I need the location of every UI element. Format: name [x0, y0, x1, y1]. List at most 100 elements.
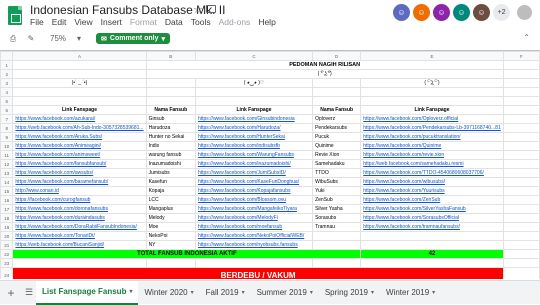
fanspage-link-cell[interactable]: https://www.facebook.com/Yuurisubs	[360, 186, 504, 196]
fanspage-link-cell[interactable]: https://www.facebook.com/TonariDt/	[12, 231, 147, 241]
fanspage-link-cell[interactable]: https://www.facebook.com/Animeagini/	[12, 141, 147, 151]
face-f[interactable]: ( ͡ᵔ ͜ʖ ͡ᵔ )	[360, 78, 504, 88]
total-label[interactable]: TOTAL FANSUB INDONESIA AKTIF	[12, 249, 362, 259]
fanspage-link-cell[interactable]: https://www.facebook.com/SorasubsOfficia…	[360, 213, 504, 223]
cell[interactable]	[502, 69, 540, 79]
row-number[interactable]: 15	[0, 186, 14, 196]
column-label-name[interactable]: Nama Fansub	[312, 105, 362, 115]
row-number[interactable]: 18	[0, 213, 14, 223]
menu-item-data[interactable]: Data	[165, 17, 183, 27]
row-number[interactable]: 17	[0, 204, 14, 214]
cell[interactable]	[312, 78, 362, 88]
select-all-corner[interactable]	[0, 51, 14, 61]
cell[interactable]	[502, 222, 540, 232]
fanspage-link-cell[interactable]: https://www.facebook.com/MelodyFi	[194, 213, 314, 223]
fanspage-link-cell[interactable]: https://www.facebook.com/TTDO-4540680608…	[360, 168, 504, 178]
column-header[interactable]: D	[312, 51, 362, 61]
cell[interactable]	[502, 60, 540, 70]
column-label-link[interactable]: Link Fanspage	[12, 105, 147, 115]
collapse-toolbar-icon[interactable]: ⌃	[523, 33, 530, 42]
sheets-logo-icon[interactable]	[8, 6, 22, 25]
fanspage-link-cell[interactable]: https://www.facebook.com/Kopajafansubs	[194, 186, 314, 196]
row-number[interactable]: 21	[0, 240, 14, 250]
cell[interactable]	[502, 78, 540, 88]
fanspage-link-cell[interactable]: https://www.facebook.com/JumiSubsID/	[194, 168, 314, 178]
fansub-name-cell[interactable]: WibuSubs	[312, 177, 362, 187]
fanspage-link-cell[interactable]	[360, 240, 504, 250]
cell[interactable]	[502, 159, 540, 169]
column-header[interactable]: B	[145, 51, 196, 61]
fansub-name-cell[interactable]: Indis	[145, 141, 196, 151]
fanspage-link-cell[interactable]: https://www.facebook.com/ZenSub	[360, 195, 504, 205]
fanspage-link-cell[interactable]: https://www.facebook.com/nyobsubs.fansub…	[194, 240, 314, 250]
cell[interactable]	[502, 141, 540, 151]
print-icon[interactable]: ⎙	[8, 34, 18, 44]
fanspage-link-cell[interactable]: https://www.facebook.com/moefansub	[194, 222, 314, 232]
fansub-name-cell[interactable]: Hunter no Sekai	[145, 132, 196, 142]
fansub-name-cell[interactable]: Ginsub	[145, 114, 196, 124]
cell[interactable]	[502, 186, 540, 196]
row-number[interactable]: 14	[0, 177, 14, 187]
fanspage-link-cell[interactable]: https://www.facebook.com/azukarai/	[12, 114, 147, 124]
column-header[interactable]: F	[502, 51, 540, 61]
cell[interactable]	[312, 87, 362, 97]
cell[interactable]	[502, 105, 540, 115]
menu-item-format[interactable]: Format	[130, 17, 157, 27]
column-label-name[interactable]: Nama Fansub	[145, 105, 196, 115]
fansub-name-cell[interactable]: Pendekarsubs	[312, 123, 362, 133]
cell[interactable]	[194, 96, 314, 106]
cell[interactable]	[360, 87, 504, 97]
fansub-name-cell[interactable]: Sorasubs	[312, 213, 362, 223]
cell[interactable]	[312, 258, 362, 268]
menu-item-addons[interactable]: Add-ons	[219, 17, 251, 27]
fansub-name-cell[interactable]: ZenSub	[312, 195, 362, 205]
chevron-down-icon[interactable]: ▾	[191, 289, 194, 296]
cell[interactable]	[502, 87, 540, 97]
fanspage-link-cell[interactable]: https://web.facebook.com/Ah-Sub-Indo-305…	[12, 123, 147, 133]
chevron-down-icon[interactable]: ▾	[432, 289, 435, 296]
fansub-name-cell[interactable]	[312, 231, 362, 241]
fansub-name-cell[interactable]: warung fansub	[145, 150, 196, 160]
cell[interactable]	[194, 87, 314, 97]
sheet-tab[interactable]: Summer 2019 ▾	[251, 281, 319, 305]
row-number[interactable]: 9	[0, 132, 14, 142]
fansub-name-cell[interactable]: Quinime	[312, 141, 362, 151]
chevron-down-icon[interactable]: ▾	[74, 34, 84, 43]
cell[interactable]	[145, 96, 196, 106]
total-value[interactable]: 42	[360, 249, 504, 259]
chevron-down-icon[interactable]: ▾	[371, 289, 374, 296]
fanspage-link-cell[interactable]: https://www.facebook.com/revie.xion	[360, 150, 504, 160]
chevron-down-icon[interactable]: ▾	[310, 289, 313, 296]
fanspage-link-cell[interactable]: https://www.facebook.com/tramnaufansubs/	[360, 222, 504, 232]
fanspage-link-cell[interactable]: https://www.facebook.com/WarungFansubs	[194, 150, 314, 160]
row-number[interactable]: 19	[0, 222, 14, 232]
avatar[interactable]: ☺	[433, 4, 450, 21]
comment-only-button[interactable]: ✉ Comment only ▾	[96, 33, 171, 44]
fanspage-link-cell[interactable]: https://www.facebook.com/HunterSekai	[194, 132, 314, 142]
avatar[interactable]: ☺	[413, 4, 430, 21]
fanspage-link-cell[interactable]: https://www.facebook.com/duraindasubs	[12, 213, 147, 223]
menu-item-file[interactable]: File	[30, 17, 44, 27]
fanspage-link-cell[interactable]: https://www.facebook.com/baramefansub/	[12, 177, 147, 187]
fanspage-link-cell[interactable]: https://facebook.com/curogfansub	[12, 195, 147, 205]
fanspage-link-cell[interactable]: http://www.conan.id	[12, 186, 147, 196]
menu-item-tools[interactable]: Tools	[191, 17, 211, 27]
cell[interactable]	[145, 258, 196, 268]
fansub-name-cell[interactable]: NY	[145, 240, 196, 250]
row-number[interactable]: 1	[0, 60, 14, 70]
fanspage-link-cell[interactable]: https://www.facebook.com/KaseFunDonghua/	[194, 177, 314, 187]
all-sheets-icon[interactable]: ☰	[22, 287, 36, 298]
cell[interactable]	[502, 168, 540, 178]
sheet-tab[interactable]: Spring 2019 ▾	[319, 281, 380, 305]
row-number[interactable]: 13	[0, 168, 14, 178]
row-number[interactable]: 7	[0, 114, 14, 124]
row-number[interactable]: 4	[0, 87, 14, 97]
fansub-name-cell[interactable]	[312, 240, 362, 250]
avatar[interactable]: ☺	[473, 4, 490, 21]
row-number[interactable]: 11	[0, 150, 14, 160]
fansub-name-cell[interactable]: Silver Yasha	[312, 204, 362, 214]
fanspage-link-cell[interactable]: https://web.facebook.com/samehadaku.resm…	[360, 159, 504, 169]
face-top[interactable]: ( ͡° ͜ʖ ͡°)	[145, 69, 504, 79]
cell[interactable]	[360, 96, 504, 106]
menu-item-insert[interactable]: Insert	[101, 17, 122, 27]
